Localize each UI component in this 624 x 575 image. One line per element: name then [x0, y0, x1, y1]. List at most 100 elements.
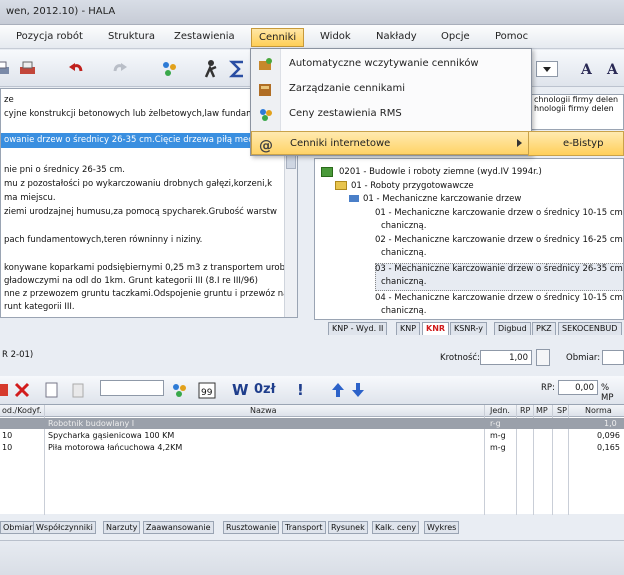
dropdown-select[interactable]: [536, 61, 558, 77]
font-bold-icon[interactable]: A: [578, 59, 598, 79]
col-norm[interactable]: Norma: [585, 406, 612, 415]
bottom-tabs: Obmiar Współczynniki Narzuty Zaawansowan…: [0, 521, 624, 536]
row-norm: 0,096: [597, 431, 620, 440]
table-row[interactable]: Robotnik budowlany I r-g 1,0: [0, 418, 624, 429]
catalog-tree[interactable]: 0201 - Budowle i roboty ziemne (wyd.IV 1…: [314, 158, 624, 320]
selected-desc-line[interactable]: owanie drzew o średnicy 26-35 cm.Cięcie …: [1, 133, 285, 148]
row-unit: m-g: [490, 431, 506, 440]
col-sp[interactable]: SP: [557, 406, 567, 415]
tree-node[interactable]: 04 - Mechaniczne karczowanie drzew o śre…: [375, 293, 623, 303]
col-code[interactable]: od./Kodyf.: [2, 406, 42, 415]
menu-pozycja[interactable]: Pozycja robót: [16, 31, 83, 42]
tree-node[interactable]: 03 - Mechaniczne karczowanie drzew o śre…: [375, 264, 623, 274]
col-name[interactable]: Nazwa: [250, 406, 277, 415]
calculator-icon[interactable]: [536, 349, 550, 366]
tab-wspolczynniki[interactable]: Współczynniki: [33, 521, 96, 534]
desc-line: ziemi urodzajnej humusu,za pomocą spycha…: [4, 207, 277, 217]
tab-knr[interactable]: KNR: [422, 322, 450, 335]
table-row[interactable]: 10 Piła motorowa łańcuchowa 4,2KM m-g 0,…: [0, 442, 624, 453]
exclaim-button[interactable]: !: [297, 381, 304, 399]
svg-text:@: @: [259, 138, 273, 153]
menu-item-internet[interactable]: @ Cenniki internetowe: [251, 131, 531, 155]
tab-obmiar[interactable]: Obmiar: [0, 521, 36, 534]
redo-icon[interactable]: [110, 59, 130, 79]
desc-line: mu z pozostałości po wykarczowaniu drobn…: [4, 179, 273, 189]
window-title: wen, 2012.10) - HALA: [6, 6, 116, 17]
row-unit: r-g: [490, 419, 501, 428]
menu-opcje[interactable]: Opcje: [441, 31, 470, 42]
table-header: od./Kodyf. Nazwa Jedn. RP MP SP Norma: [0, 405, 624, 417]
tree-node[interactable]: 02 - Mechaniczne karczowanie drzew o śre…: [375, 235, 623, 245]
tab-rysunek[interactable]: Rysunek: [328, 521, 368, 534]
tab-digbud[interactable]: Digbud: [494, 322, 531, 335]
status-bar: [0, 540, 624, 575]
copy-icon[interactable]: [42, 380, 62, 400]
tab-zaawansowanie[interactable]: Zaawansowanie: [143, 521, 214, 534]
tab-narzuty[interactable]: Narzuty: [103, 521, 141, 534]
paste-icon[interactable]: [68, 380, 88, 400]
menu-pomoc[interactable]: Pomoc: [495, 31, 528, 42]
col-rp[interactable]: RP: [520, 406, 530, 415]
tree-node[interactable]: 01 - Mechaniczne karczowanie drzew: [363, 194, 521, 204]
colors-icon[interactable]: [160, 59, 180, 79]
w-button[interactable]: W: [232, 381, 249, 399]
tab-ksnr[interactable]: KSNR-y: [450, 322, 488, 335]
tab-transport[interactable]: Transport: [282, 521, 326, 534]
desc-line: gładowczymi na odl do 1km. Grunt kategor…: [4, 276, 258, 286]
gg-icon[interactable]: 99: [197, 380, 217, 400]
arrow-down-icon[interactable]: [348, 380, 368, 400]
desc-line: nie pni o średnicy 26-35 cm.: [4, 165, 126, 175]
tech-note-line: chnologii firmy delen: [534, 95, 619, 104]
obmiar-input[interactable]: [602, 350, 624, 365]
arrow-up-icon[interactable]: [328, 380, 348, 400]
desc-line: pach fundamentowych,teren równinny i niz…: [4, 235, 203, 245]
tab-wykres[interactable]: Wykres: [424, 521, 460, 534]
tree-node[interactable]: 0201 - Budowle i roboty ziemne (wyd.IV 1…: [339, 167, 542, 177]
tree-node[interactable]: 01 - Roboty przygotowawcze: [351, 181, 474, 191]
ozl-button[interactable]: 0zł: [254, 382, 275, 397]
desc-line: ze: [4, 95, 14, 105]
submenu-ebistyp[interactable]: e-Bistyp: [528, 131, 624, 156]
sum-icon[interactable]: [228, 59, 248, 79]
col-mp[interactable]: MP: [536, 406, 548, 415]
tab-kalk-ceny[interactable]: Kalk. ceny: [372, 521, 420, 534]
row-name: Spycharka gąsienicowa 100 KM: [48, 431, 175, 440]
tab-pkz[interactable]: PKZ: [532, 322, 556, 335]
menu-naklady[interactable]: Nakłady: [376, 31, 417, 42]
tree-node[interactable]: 01 - Mechaniczne karczowanie drzew o śre…: [375, 208, 623, 218]
row-name: Robotnik budowlany I: [48, 419, 135, 428]
krotnosc-input[interactable]: 1,00: [480, 350, 532, 365]
tab-rusztowanie[interactable]: Rusztowanie: [223, 521, 280, 534]
manage-prices-icon: [257, 81, 274, 98]
menu-struktura[interactable]: Struktura: [108, 31, 155, 42]
menu-item-auto-load[interactable]: Automatyczne wczytywanie cenników: [251, 52, 531, 76]
menu-item-manage[interactable]: Zarządzanie cennikami: [251, 77, 531, 101]
delete-icon[interactable]: [12, 380, 32, 400]
tree-node: chaniczną.: [381, 248, 427, 258]
undo-icon[interactable]: [66, 59, 86, 79]
tab-sekocenbud[interactable]: SEKOCENBUD: [558, 322, 622, 335]
menu-bar: Pozycja robót Struktura Zestawienia Cenn…: [0, 25, 624, 49]
printer-color-icon[interactable]: [18, 59, 38, 79]
resource-search-input[interactable]: [100, 380, 164, 396]
rp-label: RP:: [541, 383, 555, 393]
menu-zestawienia[interactable]: Zestawienia: [174, 31, 235, 42]
worker-icon[interactable]: [201, 59, 221, 79]
rp-input[interactable]: 0,00: [558, 380, 598, 395]
menu-cenniki[interactable]: Cenniki: [251, 28, 305, 47]
tab-knp-wyd2[interactable]: KNP - Wyd. II: [328, 322, 388, 335]
palette-icon[interactable]: [170, 380, 190, 400]
submenu-arrow-icon: [517, 139, 522, 147]
menu-item-rms[interactable]: Ceny zestawienia RMS: [251, 102, 531, 126]
quantity-row: R 2-01) Krotność: 1,00 Obmiar:: [0, 340, 624, 376]
menu-widok[interactable]: Widok: [320, 31, 351, 42]
print-icon[interactable]: [0, 59, 12, 79]
font-icon[interactable]: A: [604, 59, 624, 79]
table-row[interactable]: 10 Spycharka gąsienicowa 100 KM m-g 0,09…: [0, 430, 624, 441]
col-unit[interactable]: Jedn.: [490, 406, 510, 415]
percent-mp-label: % MP: [601, 383, 614, 403]
cenniki-dropdown: Automatyczne wczytywanie cenników Zarząd…: [250, 48, 532, 156]
tab-knp[interactable]: KNP: [396, 322, 421, 335]
folder-icon: [335, 181, 347, 190]
menu-item-label: Ceny zestawienia RMS: [289, 108, 402, 119]
